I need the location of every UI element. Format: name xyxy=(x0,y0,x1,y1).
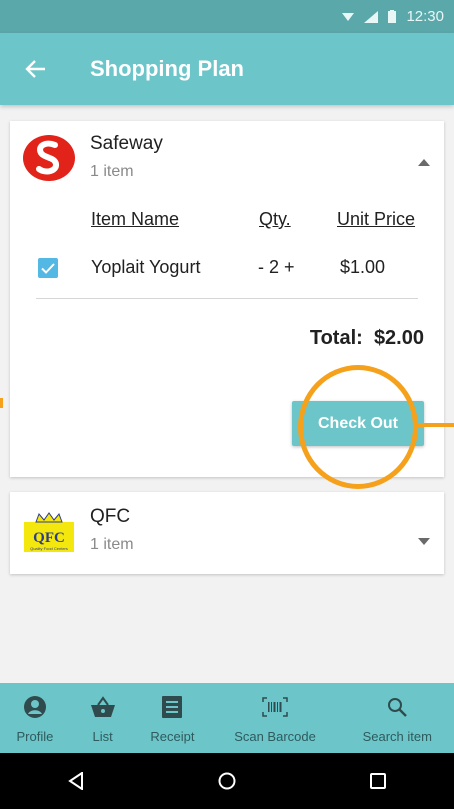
qfc-logo-text: QFC xyxy=(33,530,65,546)
total-label: Total: xyxy=(309,327,363,349)
expand-button[interactable] xyxy=(418,532,430,550)
signal-icon xyxy=(364,10,379,23)
item-checkbox[interactable] xyxy=(38,258,58,278)
app-bar: Shopping Plan xyxy=(0,33,454,105)
item-unit-price: $1.00 xyxy=(340,257,386,277)
highlight-edge-mark xyxy=(0,398,3,408)
nav-label: Receipt xyxy=(150,729,195,744)
store-card-qfc: QFC Quality Food Centers QFC 1 item xyxy=(10,492,444,574)
bottom-nav: Profile List Receipt Scan Barcode Search… xyxy=(0,683,454,753)
qfc-logo-tagline: Quality Food Centers xyxy=(30,546,68,551)
barcode-icon xyxy=(262,697,288,717)
back-button[interactable] xyxy=(16,49,56,89)
battery-icon xyxy=(388,10,397,23)
store-card-safeway: Safeway 1 item Item Name Qty. Unit Price… xyxy=(10,121,444,477)
nav-list[interactable]: List xyxy=(70,683,135,753)
back-arrow-icon xyxy=(25,60,45,78)
page-title: Shopping Plan xyxy=(90,56,244,81)
system-nav-bar xyxy=(0,753,454,809)
highlight-pointer-line xyxy=(418,423,454,427)
nav-profile[interactable]: Profile xyxy=(0,683,70,753)
wifi-icon xyxy=(342,12,355,21)
item-name: Yoplait Yogurt xyxy=(91,257,201,277)
triangle-back-icon xyxy=(67,772,83,790)
qfc-logo: QFC Quality Food Centers xyxy=(24,512,74,557)
system-home-button[interactable] xyxy=(197,761,257,801)
nav-label: Profile xyxy=(16,729,54,744)
collapse-button[interactable] xyxy=(418,153,430,171)
basket-icon xyxy=(90,696,115,717)
nav-scan-barcode[interactable]: Scan Barcode xyxy=(210,683,341,753)
caret-down-icon xyxy=(418,538,430,545)
circle-home-icon xyxy=(218,772,236,790)
checkmark-icon xyxy=(41,262,55,274)
nav-label: Search item xyxy=(362,729,432,744)
caret-up-icon xyxy=(418,159,430,166)
quantity-stepper[interactable]: - 2 + xyxy=(258,257,295,278)
store-item-count: 1 item xyxy=(90,163,134,180)
status-time: 12:30 xyxy=(406,8,444,25)
search-icon xyxy=(388,698,408,717)
column-header-qty: Qty. xyxy=(259,209,291,229)
store-name: Safeway xyxy=(90,133,163,154)
nav-search-item[interactable]: Search item xyxy=(341,683,454,753)
person-icon xyxy=(23,696,46,718)
total-value: $2.00 xyxy=(373,327,424,349)
store-item-count: 1 item xyxy=(90,536,134,553)
square-recents-icon xyxy=(370,773,387,789)
system-back-button[interactable] xyxy=(46,761,106,801)
safeway-logo xyxy=(22,135,76,186)
total: Total: $2.00 xyxy=(310,327,424,350)
nav-label: List xyxy=(92,729,113,744)
store-name: QFC xyxy=(90,506,131,527)
column-header-item-name: Item Name xyxy=(91,209,180,229)
status-bar: 12:30 xyxy=(0,0,454,33)
divider xyxy=(36,298,418,299)
column-header-unit-price: Unit Price xyxy=(337,209,416,229)
receipt-icon xyxy=(162,696,183,718)
nav-receipt[interactable]: Receipt xyxy=(135,683,209,753)
check-out-button[interactable]: Check Out xyxy=(292,401,424,446)
system-recents-button[interactable] xyxy=(348,761,408,801)
nav-label: Scan Barcode xyxy=(234,729,316,744)
